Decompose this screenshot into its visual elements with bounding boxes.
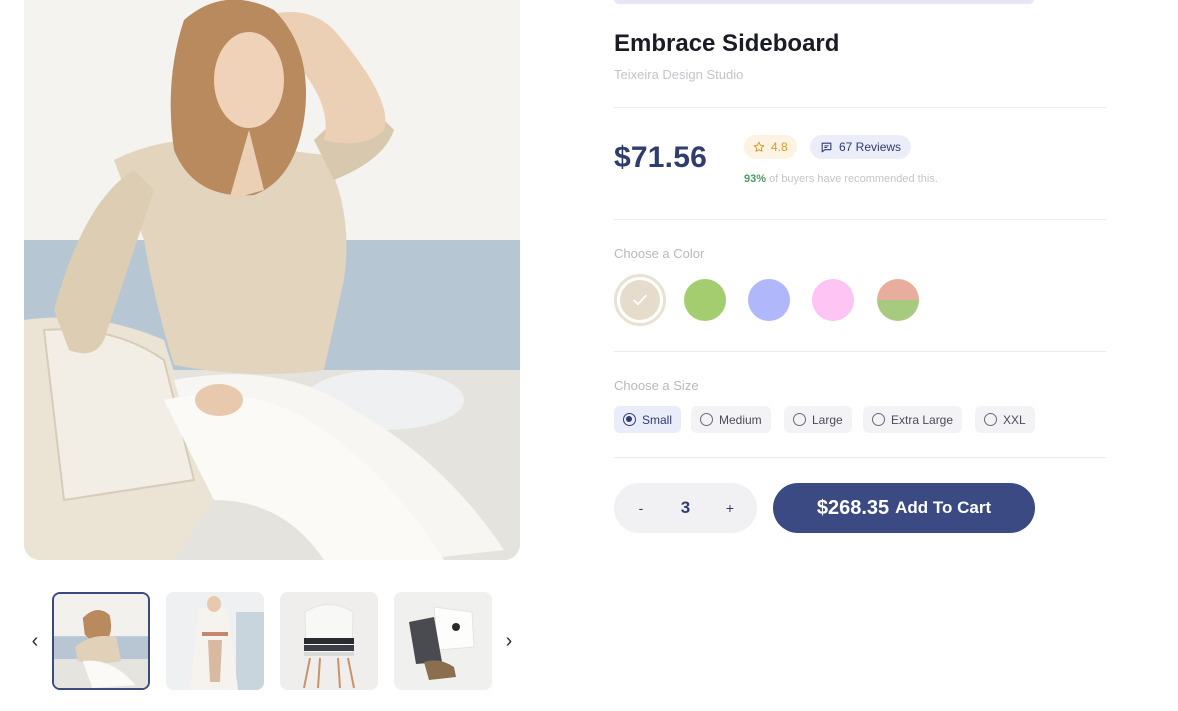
star-icon [753,141,765,152]
decrement-button[interactable]: - [634,500,648,516]
thumbnail-woman-beige-blouse[interactable] [52,592,150,690]
recommendation-percent: 93% [744,173,767,185]
reviews-count: 67 Reviews [839,140,902,154]
thumbnail-folded-clothes-on-chair[interactable] [280,592,378,690]
add-to-cart-button[interactable]: $268.35 Add To Cart [773,483,1035,533]
quantity-stepper: - 3 + [614,483,757,533]
quantity-value: 3 [680,498,691,517]
size-option-xxl[interactable]: XXL [975,406,1035,433]
thumbnail-image [394,592,492,690]
rating-value: 4.8 [771,140,788,154]
reviews-badge[interactable]: 67 Reviews [810,135,912,159]
model-photo [24,0,520,560]
divider [614,219,1106,220]
thumbnail-image [54,594,148,688]
size-option-medium[interactable]: Medium [691,406,771,433]
size-label: XXL [1003,412,1026,427]
size-option-small[interactable]: Small [614,406,682,433]
size-label: Small [642,412,673,427]
previous-image-arrow-icon[interactable]: ‹ [24,628,46,654]
swatch-fill [620,280,660,320]
size-option-large[interactable]: Large [784,406,852,433]
color-swatch-beige-selected[interactable] [614,274,666,326]
radio-selected-icon [623,413,636,426]
increment-button[interactable]: + [723,500,737,516]
size-option-extra-large[interactable]: Extra Large [863,406,963,433]
divider [614,351,1106,352]
product-brand[interactable]: Teixeira Design Studio [614,67,743,82]
divider [614,457,1106,458]
color-swatch-pink[interactable] [812,279,854,321]
add-to-cart-label: Add To Cart [895,498,992,517]
thumbnail-strip: ‹ › [24,592,520,690]
radio-icon [872,413,885,426]
thumbnail-image [280,592,378,690]
color-section-label: Choose a Color [614,246,705,261]
chat-bubble-icon [821,142,832,152]
next-image-arrow-icon[interactable]: › [498,628,520,654]
color-swatch-lavender[interactable] [748,279,790,321]
radio-icon [984,413,997,426]
thumbnail-flatlay-outfit[interactable] [394,592,492,690]
color-swatch-green[interactable] [684,279,726,321]
top-banner-bar [614,0,1034,4]
size-label: Medium [719,412,762,427]
product-price: $71.56 [614,141,707,174]
checkmark-icon [633,294,647,306]
recommendation-suffix: of buyers have recommended this. [766,173,938,185]
color-swatch-peach-green[interactable] [877,279,919,321]
thumbnail-woman-white-coat[interactable] [166,592,264,690]
radio-icon [700,413,713,426]
thumbnail-image [166,592,264,690]
size-section-label: Choose a Size [614,378,699,393]
divider [614,107,1106,108]
radio-icon [793,413,806,426]
product-title: Embrace Sideboard [614,30,840,57]
cart-total: $268.35 [816,496,890,519]
rating-badge: 4.8 [744,135,797,159]
recommendation-text: 93% of buyers have recommended this. [744,173,938,185]
size-label: Large [812,412,843,427]
main-product-image [24,0,520,560]
size-label: Extra Large [891,412,954,427]
